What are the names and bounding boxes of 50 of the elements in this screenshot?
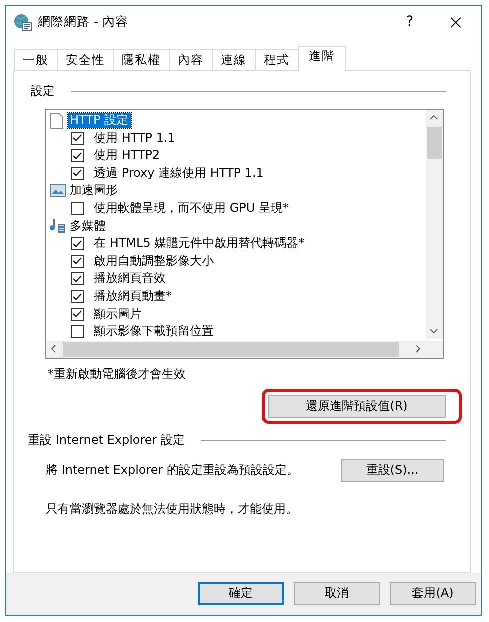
checkbox[interactable] bbox=[71, 166, 84, 180]
group-title: 重設 Internet Explorer 設定 bbox=[28, 432, 186, 449]
checkbox[interactable] bbox=[71, 149, 84, 162]
checkbox[interactable] bbox=[71, 202, 84, 216]
tree-category[interactable]: HTTP 設定 bbox=[68, 113, 131, 128]
globe-icon bbox=[14, 14, 32, 31]
option-label: 在 HTML5 媒體元件中啟用替代轉碼器* bbox=[93, 236, 306, 252]
scroll-up-icon[interactable] bbox=[430, 114, 438, 120]
help-button[interactable]: ? bbox=[387, 14, 433, 30]
checkbox[interactable] bbox=[71, 237, 84, 250]
horizontal-scrollbar[interactable] bbox=[46, 340, 443, 358]
image-icon bbox=[50, 184, 66, 198]
scroll-right-icon[interactable] bbox=[416, 344, 421, 353]
tree-category[interactable]: 加速圖形 bbox=[68, 183, 120, 198]
warning-note: 只有當瀏覽器處於無法使用狀態時，才能使用。 bbox=[46, 500, 299, 518]
tab[interactable]: 一般 bbox=[14, 48, 58, 70]
checkbox[interactable] bbox=[71, 254, 84, 268]
option-label: 播放網頁動畫* bbox=[93, 289, 173, 304]
scroll-thumb[interactable] bbox=[63, 342, 399, 357]
reset-button[interactable]: 重設(S)... bbox=[341, 458, 444, 482]
group-title: 設定 bbox=[31, 82, 55, 100]
checkbox[interactable] bbox=[71, 272, 84, 286]
option-label: 顯示影像下載預留位置 bbox=[93, 324, 215, 340]
scroll-left-icon[interactable] bbox=[51, 344, 56, 353]
scroll-down-icon[interactable] bbox=[430, 328, 438, 334]
option-label: 使用軟體呈現，而不使用 GPU 呈現* bbox=[93, 201, 290, 216]
option-label: 啟用自動調整影像大小 bbox=[93, 254, 215, 269]
restore-defaults-button[interactable]: 還原進階預設值(R) bbox=[268, 394, 446, 418]
page-icon bbox=[50, 112, 64, 129]
scroll-thumb[interactable] bbox=[427, 126, 442, 159]
vertical-scrollbar[interactable] bbox=[426, 110, 443, 339]
description: 將 Internet Explorer 的設定重設為預設設定。 bbox=[46, 462, 300, 479]
option-label: 使用 HTTP 1.1 bbox=[93, 130, 176, 146]
option-label: 播放網頁音效 bbox=[93, 271, 167, 286]
checkbox[interactable] bbox=[71, 308, 84, 321]
close-button[interactable]: × bbox=[433, 10, 479, 34]
footnote: *重新啟動電腦後才會生效 bbox=[48, 366, 187, 383]
checkbox[interactable] bbox=[71, 325, 84, 338]
dialog-button[interactable]: 套用(A) bbox=[390, 582, 476, 606]
media-icon bbox=[50, 218, 66, 234]
tab[interactable]: 進階 bbox=[298, 46, 346, 71]
dialog-button[interactable]: 確定 bbox=[198, 582, 284, 606]
checkbox[interactable] bbox=[71, 290, 84, 304]
tree-category[interactable]: 多媒體 bbox=[68, 218, 108, 234]
checkbox[interactable] bbox=[71, 132, 84, 145]
option-label: 透過 Proxy 連線使用 HTTP 1.1 bbox=[93, 166, 265, 181]
dialog-button[interactable]: 取消 bbox=[294, 582, 380, 606]
option-label: 顯示圖片 bbox=[93, 306, 143, 322]
option-label: 使用 HTTP2 bbox=[93, 148, 162, 164]
window-title: 網際網路 - 內容 bbox=[38, 14, 128, 31]
